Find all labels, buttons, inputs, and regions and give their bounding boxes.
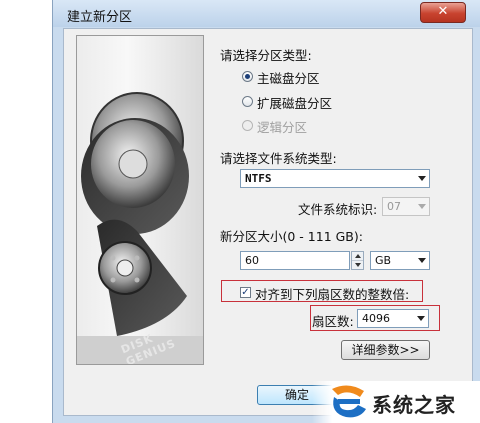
fs-id-label: 文件系统标识: (298, 202, 378, 217)
hard-disk-illustration: DISK GENIUS (76, 35, 204, 365)
chevron-down-icon (417, 316, 425, 321)
partition-type-label: 请选择分区类型: (220, 48, 312, 63)
watermark-text: 系统之家 (372, 393, 456, 417)
fs-id-select: 07 (382, 197, 430, 216)
close-icon: ✕ (437, 4, 449, 19)
fs-id-value: 07 (387, 200, 401, 213)
filesystem-select[interactable]: NTFS (240, 169, 430, 188)
sectors-select[interactable]: 4096 (357, 309, 429, 328)
filesystem-label: 请选择文件系统类型: (220, 151, 337, 166)
stepper-down-icon[interactable] (352, 261, 363, 269)
align-label[interactable]: 对齐到下列扇区数的整数倍: (255, 284, 409, 303)
filesystem-value: NTFS (245, 172, 272, 185)
radio-extended-partition[interactable] (242, 96, 253, 107)
details-button[interactable]: 详细参数>> (341, 340, 430, 360)
radio-primary-label[interactable]: 主磁盘分区 (257, 68, 320, 87)
size-input[interactable]: 60 (240, 251, 350, 270)
stepper-up-icon[interactable] (352, 252, 363, 261)
chevron-down-icon (418, 258, 426, 263)
chevron-down-icon (418, 204, 426, 209)
radio-extended-label[interactable]: 扩展磁盘分区 (257, 93, 332, 112)
size-unit-value: GB (375, 254, 392, 267)
close-button[interactable]: ✕ (420, 2, 466, 23)
watermark-e-icon (332, 385, 366, 418)
radio-logical-label: 逻辑分区 (257, 120, 308, 135)
size-unit-select[interactable]: GB (370, 251, 430, 270)
chevron-down-icon (418, 176, 426, 181)
size-value: 60 (245, 254, 259, 267)
sectors-value: 4096 (362, 312, 390, 325)
sectors-label: 扇区数: (312, 314, 354, 329)
hard-disk-icon (77, 92, 203, 364)
size-stepper[interactable] (351, 251, 364, 270)
radio-logical-partition (242, 120, 253, 131)
radio-primary-partition[interactable] (242, 71, 253, 82)
window-title: 建立新分区 (67, 10, 133, 25)
title-bar: 建立新分区 ✕ (53, 0, 480, 27)
align-checkbox[interactable]: ✓ (240, 287, 251, 298)
ok-label: 确定 (284, 388, 309, 402)
size-label: 新分区大小(0 - 111 GB): (220, 229, 363, 244)
watermark-logo: 系统之家 (312, 381, 480, 423)
